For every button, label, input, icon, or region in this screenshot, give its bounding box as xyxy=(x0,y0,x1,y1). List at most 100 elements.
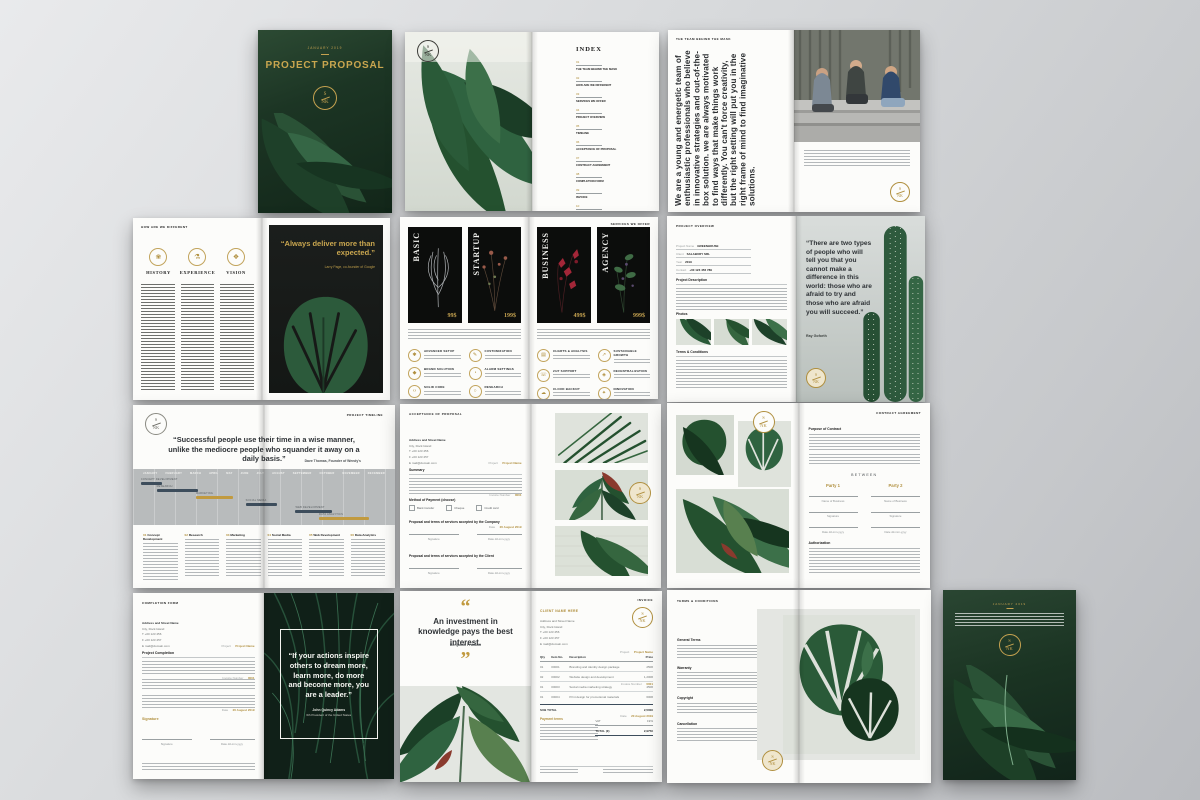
name-line[interactable]: Name of Business xyxy=(809,496,858,503)
table-row[interactable]: 0100004 Print design for promotional mat… xyxy=(540,692,653,701)
divider xyxy=(321,54,329,55)
snk-logo: SNK xyxy=(417,40,439,62)
signature-line[interactable]: Signature xyxy=(142,739,192,746)
index-item[interactable]: 04PROJECT OVERVIEW xyxy=(576,108,649,119)
snk-badge: SNK xyxy=(806,368,826,388)
service-item[interactable]: ☁CLOUD BACKUP xyxy=(537,387,590,400)
field-row[interactable]: ClientSALABURY SRL xyxy=(676,250,751,258)
plan-card-startup[interactable]: STARTUP 199$ xyxy=(468,227,522,323)
field-row[interactable]: Project NameGREENHOUSE xyxy=(676,242,751,250)
field-row[interactable]: Year2019 xyxy=(676,258,751,266)
payment-option[interactable]: Credit card xyxy=(476,505,498,511)
service-item[interactable]: ‹›SOLID CODE xyxy=(408,385,461,398)
signature-line[interactable]: Signature xyxy=(409,534,459,541)
service-item[interactable]: ✱ADVANCED SETUP xyxy=(408,349,461,362)
service-item[interactable]: ✎CUSTOMIZATION xyxy=(469,349,522,362)
phase: 03 Marketing xyxy=(226,533,261,580)
page-header: ACCEPTANCE OF PROPOSAL xyxy=(409,412,462,416)
payment-option[interactable]: Cheque xyxy=(446,505,464,511)
invoice-quote-page: “ An investment in knowledge pays the be… xyxy=(400,591,531,782)
date-line[interactable]: Date dd-mm-yyyy xyxy=(210,739,255,746)
plant-icon: ❀ xyxy=(149,248,167,266)
index-item[interactable]: 01THE TEAM BEHIND THE MASK xyxy=(576,60,649,71)
plan-card-agency[interactable]: AGENCY 999$ xyxy=(597,227,651,323)
project-completion-section: Project Completion xyxy=(142,651,255,709)
plan-card-business[interactable]: BUSINESS 499$ xyxy=(537,227,591,323)
quote-attribution-role: 6th President of the United States xyxy=(306,713,351,717)
gantt-bar[interactable]: MARKETING xyxy=(196,496,233,499)
signature-line[interactable]: Signature xyxy=(809,512,858,519)
overview-quote-page: “There are two types of people who will … xyxy=(796,216,925,402)
terms-section: Cancellation xyxy=(677,722,780,742)
gantt-bar[interactable]: DATA ANALYTICS xyxy=(319,517,369,520)
plan-cards: BUSINESS 499$ AGENCY 999$ xyxy=(537,227,650,323)
service-item[interactable]: ◔ALARM SETTINGS xyxy=(469,367,522,380)
checkbox-icon[interactable] xyxy=(446,505,452,511)
table-row[interactable]: 0100001 Branding and identity design pac… xyxy=(540,662,653,672)
table-row[interactable]: 0200002 Website design and development1,… xyxy=(540,672,653,682)
palm-leaf-photo xyxy=(555,413,649,463)
date-line[interactable]: Date dd-mm-yyyy xyxy=(477,534,522,541)
snk-logo: SNK xyxy=(753,411,775,433)
phase: 04 Social Media xyxy=(268,533,303,580)
page-header: SERVICES WE OFFER xyxy=(611,222,650,226)
checkbox-icon[interactable] xyxy=(476,505,482,511)
page-header: THE TEAM BEHIND THE MASK xyxy=(676,37,731,41)
services-grid: ▤CHARTS & ANALYSIS ↗SUSTAINABLE GROWTH ☏… xyxy=(537,349,650,399)
history-text xyxy=(141,284,175,390)
service-item[interactable]: ○RESEARCH xyxy=(469,385,522,398)
date-line[interactable]: Date dd-mm-yyyy xyxy=(871,527,920,534)
dark-panel: “Always deliver more than expected.” Lar… xyxy=(269,225,384,393)
name-line[interactable]: Name of Business xyxy=(871,496,920,503)
index-item[interactable]: 08COMPLETION FORM xyxy=(576,172,649,183)
gantt-bar[interactable]: SOCIAL MEDIA xyxy=(246,503,277,506)
quote-attribution: Ray Goforth xyxy=(806,334,827,338)
signature-line[interactable]: Signature xyxy=(409,568,459,575)
index-item[interactable]: 02HOW ARE WE DIFFERENT xyxy=(576,76,649,87)
signature-line[interactable]: Signature xyxy=(871,512,920,519)
service-item[interactable]: ▤CHARTS & ANALYSIS xyxy=(537,349,590,364)
open-quote-mark: “ xyxy=(400,597,531,617)
index-item[interactable]: 10TERMS & CONDITIONS xyxy=(576,204,649,211)
support-icon: ☏ xyxy=(537,369,550,382)
service-item[interactable]: ↗SUSTAINABLE GROWTH xyxy=(598,349,651,364)
plant-thumb[interactable] xyxy=(714,319,749,345)
index-item[interactable]: 06ACCEPTANCE OF PROPOSAL xyxy=(576,140,649,151)
vision-icon: ❖ xyxy=(227,248,245,266)
gantt-bar[interactable]: RESEARCH xyxy=(157,489,199,492)
service-item[interactable]: ◈DECENTRALIZATION xyxy=(598,369,651,382)
plant-thumb[interactable] xyxy=(752,319,787,345)
back-date: JANUARY 2019 xyxy=(943,602,1076,606)
services-grid: ✱ADVANCED SETUP ✎CUSTOMIZATION ◆BRAND SO… xyxy=(408,349,521,398)
index-item[interactable]: 05TIMELINE xyxy=(576,124,649,135)
snk-logo: SNK xyxy=(145,413,167,435)
cover-date: JANUARY 2019 xyxy=(258,46,392,50)
checkbox-icon[interactable] xyxy=(409,505,415,511)
payment-option[interactable]: Bank transfer xyxy=(409,505,434,511)
snk-logo: SNK xyxy=(632,607,653,628)
pillar-label: EXPERIENCE xyxy=(180,270,215,275)
quote: “Always deliver more than expected.” xyxy=(279,239,376,258)
team-statement-page: THE TEAM BEHIND THE MASK We are a young … xyxy=(668,30,794,212)
index-item[interactable]: 03SERVICES WE OFFER xyxy=(576,92,649,103)
date-line[interactable]: Date dd-mm-yyyy xyxy=(477,568,522,575)
service-item[interactable]: ◆BRAND SOLUTION xyxy=(408,367,461,380)
service-item[interactable]: ✦INNOVATION xyxy=(598,387,651,400)
backup-icon: ☁ xyxy=(537,387,550,400)
terms-text-page: TERMS & CONDITIONS General Terms Warrant… xyxy=(667,590,799,783)
index-item[interactable]: 09INVOICE xyxy=(576,188,649,199)
divider xyxy=(1006,608,1013,609)
table-row[interactable]: 0100003 Social media marketing strategy4… xyxy=(540,682,653,692)
plan-card-basic[interactable]: BASIC 99$ xyxy=(408,227,462,323)
team-spread: THE TEAM BEHIND THE MASK We are a young … xyxy=(668,30,920,212)
address-block: Address and Street Name City, Rock Islan… xyxy=(409,438,446,466)
pillar-columns xyxy=(141,284,254,390)
date-line[interactable]: Date dd-mm-yyyy xyxy=(809,527,858,534)
service-item[interactable]: ☏24/7 SUPPORT xyxy=(537,369,590,382)
client-accept-section: Proposal and terms of services accepted … xyxy=(409,554,522,575)
plant-thumb[interactable] xyxy=(676,319,711,345)
plan-desc xyxy=(408,329,467,341)
invoice-table: QtyItem No. DescriptionPrice 0100001 Bra… xyxy=(540,655,653,712)
field-row[interactable]: Contact+00 123 456 789 xyxy=(676,266,751,274)
index-item[interactable]: 07CONTRACT AGREEMENT xyxy=(576,156,649,167)
